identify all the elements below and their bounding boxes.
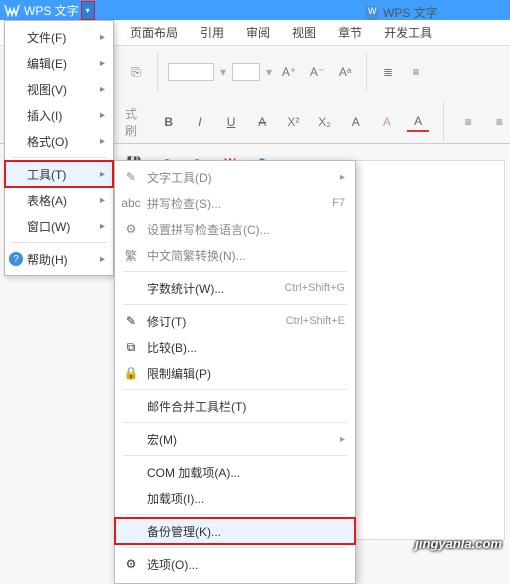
subscript-button[interactable]: X₂ — [314, 112, 335, 132]
menu-view[interactable]: 视图(V)▸ — [5, 76, 113, 102]
separator — [11, 242, 107, 243]
menu-window[interactable]: 窗口(W)▸ — [5, 213, 113, 239]
menu-format[interactable]: 格式(O)▸ — [5, 128, 113, 154]
chevron-right-icon: ▸ — [340, 434, 345, 445]
separator — [157, 52, 158, 92]
document-tab-label: WPS 文字 — [383, 4, 438, 21]
font-name-box[interactable] — [168, 63, 214, 81]
chevron-down-icon: ▾ — [86, 6, 90, 15]
submenu-spellcheck[interactable]: abc拼写检查(S)...F7 — [115, 190, 355, 216]
submenu-macro[interactable]: 宏(M)▸ — [115, 426, 355, 452]
document-icon — [365, 6, 379, 20]
bold-button[interactable]: B — [158, 112, 179, 132]
copy-icon[interactable]: ⎘ — [125, 62, 147, 82]
menu-edit[interactable]: 编辑(E)▸ — [5, 50, 113, 76]
tab-view[interactable]: 视图 — [292, 24, 316, 41]
translate-icon: 繁 — [123, 247, 139, 263]
submenu-options[interactable]: ⚙选项(O)... — [115, 551, 355, 577]
title-dropdown-button[interactable]: ▾ — [81, 1, 95, 20]
font-size-box[interactable] — [232, 63, 260, 81]
toolbar-row-format: 式刷 B I U A X² X₂ A A A ≡ ≡ — [125, 102, 510, 142]
chevron-right-icon: ▸ — [100, 58, 105, 69]
submenu-restrict-edit[interactable]: 🔒限制编辑(P) — [115, 360, 355, 386]
text-color-button[interactable]: A — [407, 112, 428, 132]
chevron-right-icon: ▸ — [100, 169, 105, 180]
chevron-right-icon: ▸ — [340, 172, 345, 183]
submenu-spell-lang[interactable]: ⚙设置拼写检查语言(C)... — [115, 216, 355, 242]
shortcut-text: F7 — [332, 197, 345, 209]
superscript-button[interactable]: X² — [283, 112, 304, 132]
app-logo-icon — [4, 2, 20, 18]
separator — [123, 547, 347, 548]
chevron-right-icon: ▸ — [100, 84, 105, 95]
submenu-mailmerge[interactable]: 邮件合并工具栏(T) — [115, 393, 355, 419]
underline-button[interactable]: U — [220, 112, 241, 132]
tab-chapter[interactable]: 章节 — [338, 24, 362, 41]
language-icon: ⚙ — [123, 221, 139, 237]
main-menu: 文件(F)▸ 编辑(E)▸ 视图(V)▸ 插入(I)▸ 格式(O)▸ 工具(T)… — [4, 20, 114, 276]
submenu-text-tools[interactable]: ✎文字工具(D)▸ — [115, 164, 355, 190]
separator — [443, 102, 444, 142]
text-tools-icon: ✎ — [123, 169, 139, 185]
separator — [123, 389, 347, 390]
shortcut-text: Ctrl+Shift+G — [284, 282, 345, 294]
menu-table[interactable]: 表格(A)▸ — [5, 187, 113, 213]
chevron-right-icon: ▸ — [100, 110, 105, 121]
revisions-icon: ✎ — [123, 313, 139, 329]
chevron-right-icon: ▸ — [100, 195, 105, 206]
align-left-button[interactable]: ≡ — [458, 112, 479, 132]
chevron-right-icon: ▸ — [100, 221, 105, 232]
compare-icon: ⧉ — [123, 339, 139, 355]
document-tab[interactable]: WPS 文字 — [365, 4, 438, 21]
shrink-font-button[interactable]: A⁻ — [306, 62, 328, 82]
separator — [123, 422, 347, 423]
menu-tools[interactable]: 工具(T)▸ — [5, 161, 113, 187]
font-color-button[interactable]: A — [345, 112, 366, 132]
format-painter-label[interactable]: 式刷 — [125, 105, 148, 139]
submenu-backup-manage[interactable]: 备份管理(K)... — [115, 518, 355, 544]
separator — [11, 157, 107, 158]
shortcut-text: Ctrl+Shift+E — [286, 315, 345, 327]
submenu-revisions[interactable]: ✎修订(T)Ctrl+Shift+E — [115, 308, 355, 334]
italic-button[interactable]: I — [189, 112, 210, 132]
submenu-word-count[interactable]: 字数统计(W)...Ctrl+Shift+G — [115, 275, 355, 301]
app-title: WPS 文字 — [24, 2, 79, 19]
tab-developer[interactable]: 开发工具 — [384, 24, 432, 41]
toolbar-row-font: ⎘ ▾ ▾ A⁺ A⁻ Aᵃ ≣ ≡ — [125, 52, 510, 92]
tab-review[interactable]: 审阅 — [246, 24, 270, 41]
separator — [123, 514, 347, 515]
tab-page-layout[interactable]: 页面布局 — [130, 24, 178, 41]
separator — [123, 455, 347, 456]
menu-help[interactable]: 帮助(H)▸ — [5, 246, 113, 272]
numbering-button[interactable]: ≡ — [405, 62, 427, 82]
gear-icon: ⚙ — [123, 556, 139, 572]
align-center-button[interactable]: ≡ — [489, 112, 510, 132]
highlight-button[interactable]: A — [376, 112, 397, 132]
document-area — [355, 160, 505, 540]
chevron-right-icon: ▸ — [100, 32, 105, 43]
spellcheck-icon: abc — [123, 195, 139, 211]
tab-references[interactable]: 引用 — [200, 24, 224, 41]
chevron-right-icon: ▸ — [100, 136, 105, 147]
menu-file[interactable]: 文件(F)▸ — [5, 24, 113, 50]
grow-font-button[interactable]: A⁺ — [278, 62, 300, 82]
change-case-button[interactable]: Aᵃ — [334, 62, 356, 82]
menu-insert[interactable]: 插入(I)▸ — [5, 102, 113, 128]
submenu-compare[interactable]: ⧉比较(B)... — [115, 334, 355, 360]
submenu-com-addins[interactable]: COM 加载项(A)... — [115, 459, 355, 485]
strike-button[interactable]: A — [252, 112, 273, 132]
bullets-button[interactable]: ≣ — [377, 62, 399, 82]
separator — [123, 304, 347, 305]
chevron-right-icon: ▸ — [100, 254, 105, 265]
separator — [366, 52, 367, 92]
separator — [123, 271, 347, 272]
submenu-simplified-traditional[interactable]: 繁中文简繁转换(N)... — [115, 242, 355, 268]
lock-icon: 🔒 — [123, 365, 139, 381]
tools-submenu: ✎文字工具(D)▸ abc拼写检查(S)...F7 ⚙设置拼写检查语言(C)..… — [114, 160, 356, 584]
submenu-addins[interactable]: 加载项(I)... — [115, 485, 355, 511]
